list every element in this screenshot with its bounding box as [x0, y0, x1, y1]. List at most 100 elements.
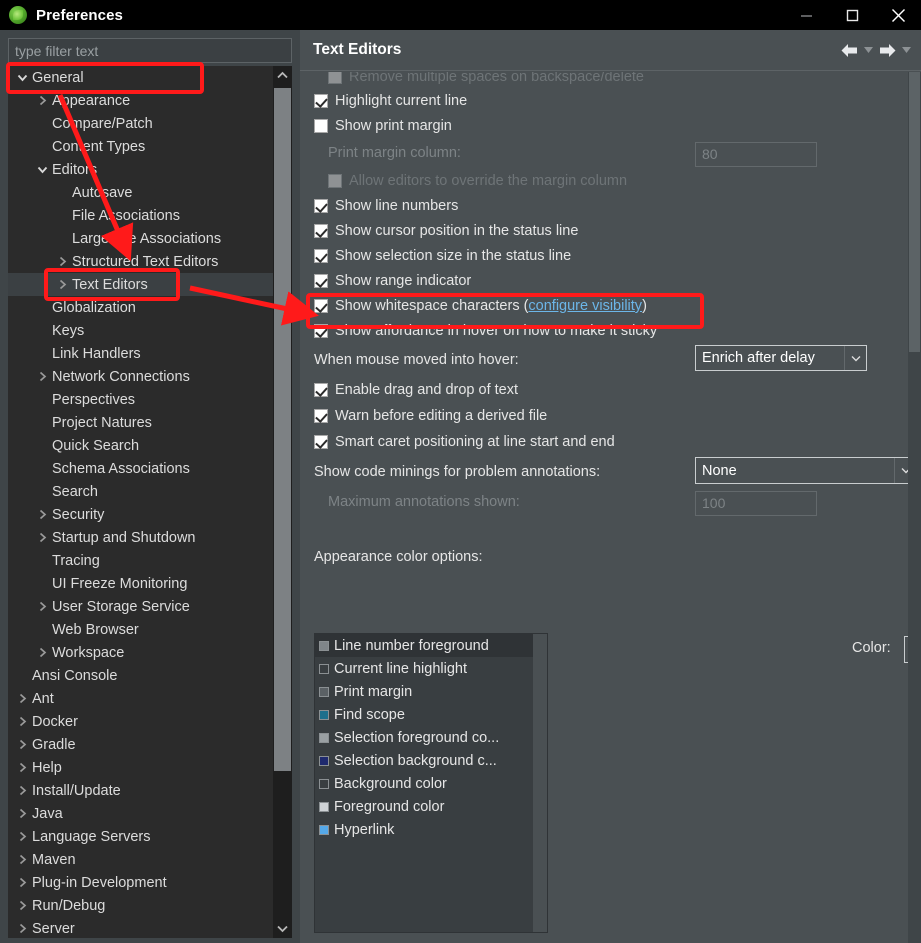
checkbox-show-whitespace-characters[interactable] [314, 299, 328, 313]
sidebar-item-content-types[interactable]: Content Types [8, 135, 273, 158]
option-show-selection-size[interactable]: Show selection size in the status line [314, 248, 571, 264]
sidebar-item-ansi-console[interactable]: Ansi Console [8, 664, 273, 687]
tree-scrollbar[interactable] [273, 66, 292, 938]
sidebar-item-ui-freeze-monitoring[interactable]: UI Freeze Monitoring [8, 572, 273, 595]
color-option-print-margin[interactable]: Print margin [315, 680, 547, 703]
scroll-down-icon[interactable] [273, 919, 292, 938]
back-arrow-icon[interactable] [837, 37, 861, 63]
color-option-foreground-color[interactable]: Foreground color [315, 795, 547, 818]
color-option-hyperlink[interactable]: Hyperlink [315, 818, 547, 841]
sidebar-item-autosave[interactable]: Autosave [8, 181, 273, 204]
sidebar-item-server[interactable]: Server [8, 917, 273, 938]
sidebar-item-docker[interactable]: Docker [8, 710, 273, 733]
chevron-right-icon[interactable] [14, 756, 30, 779]
option-show-range-indicator[interactable]: Show range indicator [314, 273, 471, 289]
chevron-right-icon[interactable] [54, 273, 70, 296]
code-minings-dropdown[interactable]: None [695, 457, 917, 484]
back-dropdown-icon[interactable] [861, 37, 875, 63]
checkbox-show-affordance[interactable] [314, 324, 328, 338]
chevron-right-icon[interactable] [14, 779, 30, 802]
max-annotations-input[interactable]: 100 [695, 491, 817, 516]
checkbox-show-range-indicator[interactable] [314, 274, 328, 288]
sidebar-item-file-associations[interactable]: File Associations [8, 204, 273, 227]
sidebar-item-security[interactable]: Security [8, 503, 273, 526]
sidebar-item-web-browser[interactable]: Web Browser [8, 618, 273, 641]
sidebar-item-general[interactable]: General [8, 66, 273, 89]
color-list-scrollbar[interactable] [533, 634, 547, 932]
appearance-color-options-list[interactable]: Line number foreground Current line highl… [314, 633, 548, 933]
sidebar-item-user-storage-service[interactable]: User Storage Service [8, 595, 273, 618]
color-option-selection-foreground-co[interactable]: Selection foreground co... [315, 726, 547, 749]
chevron-right-icon[interactable] [54, 250, 70, 273]
content-scrollbar[interactable] [908, 72, 921, 943]
checkbox-show-line-numbers[interactable] [314, 199, 328, 213]
filter-input[interactable] [8, 38, 292, 63]
chevron-right-icon[interactable] [14, 825, 30, 848]
checkbox-allow-override-margin[interactable] [328, 174, 342, 188]
sidebar-item-link-handlers[interactable]: Link Handlers [8, 342, 273, 365]
option-show-affordance[interactable]: Show affordance in hover on how to make … [314, 323, 657, 339]
sidebar-item-ant[interactable]: Ant [8, 687, 273, 710]
chevron-right-icon[interactable] [14, 802, 30, 825]
forward-dropdown-icon[interactable] [899, 37, 913, 63]
color-option-line-number-foreground[interactable]: Line number foreground [315, 634, 547, 657]
print-margin-column-input[interactable]: 80 [695, 142, 817, 167]
checkbox-show-cursor-position[interactable] [314, 224, 328, 238]
checkbox-show-selection-size[interactable] [314, 249, 328, 263]
option-remove-multiple-spaces[interactable]: Remove multiple spaces on backspace/dele… [328, 72, 644, 85]
sidebar-item-text-editors[interactable]: Text Editors [8, 273, 273, 296]
chevron-right-icon[interactable] [14, 687, 30, 710]
sidebar-item-schema-associations[interactable]: Schema Associations [8, 457, 273, 480]
option-enable-drag-drop[interactable]: Enable drag and drop of text [314, 382, 518, 398]
sidebar-item-gradle[interactable]: Gradle [8, 733, 273, 756]
sidebar-item-java[interactable]: Java [8, 802, 273, 825]
content-scrollbar-thumb[interactable] [909, 72, 920, 352]
sidebar-item-perspectives[interactable]: Perspectives [8, 388, 273, 411]
checkbox-show-print-margin[interactable] [314, 119, 328, 133]
chevron-right-icon[interactable] [34, 89, 50, 112]
sidebar-item-editors[interactable]: Editors [8, 158, 273, 181]
chevron-right-icon[interactable] [14, 710, 30, 733]
chevron-right-icon[interactable] [14, 733, 30, 756]
maximize-button[interactable] [829, 0, 875, 30]
sidebar-item-large-file-associations[interactable]: Large File Associations [8, 227, 273, 250]
minimize-button[interactable] [783, 0, 829, 30]
chevron-down-icon[interactable] [14, 66, 30, 89]
scroll-up-icon[interactable] [273, 66, 292, 85]
sidebar-item-quick-search[interactable]: Quick Search [8, 434, 273, 457]
sidebar-item-search[interactable]: Search [8, 480, 273, 503]
checkbox-warn-derived[interactable] [314, 409, 328, 423]
sidebar-item-appearance[interactable]: Appearance [8, 89, 273, 112]
chevron-down-icon[interactable] [34, 158, 50, 181]
chevron-right-icon[interactable] [34, 503, 50, 526]
sidebar-item-language-servers[interactable]: Language Servers [8, 825, 273, 848]
sidebar-item-workspace[interactable]: Workspace [8, 641, 273, 664]
sidebar-item-tracing[interactable]: Tracing [8, 549, 273, 572]
sidebar-item-compare-patch[interactable]: Compare/Patch [8, 112, 273, 135]
checkbox-smart-caret[interactable] [314, 435, 328, 449]
option-show-line-numbers[interactable]: Show line numbers [314, 198, 458, 214]
sidebar-item-keys[interactable]: Keys [8, 319, 273, 342]
chevron-right-icon[interactable] [14, 894, 30, 917]
checkbox-remove-multiple-spaces[interactable] [328, 72, 342, 84]
sidebar-item-startup-and-shutdown[interactable]: Startup and Shutdown [8, 526, 273, 549]
tree-scrollbar-thumb[interactable] [274, 88, 291, 771]
color-option-background-color[interactable]: Background color [315, 772, 547, 795]
sidebar-item-project-natures[interactable]: Project Natures [8, 411, 273, 434]
checkbox-enable-drag-drop[interactable] [314, 383, 328, 397]
chevron-right-icon[interactable] [14, 848, 30, 871]
chevron-right-icon[interactable] [14, 871, 30, 894]
option-show-cursor-position[interactable]: Show cursor position in the status line [314, 223, 578, 239]
chevron-right-icon[interactable] [34, 595, 50, 618]
forward-arrow-icon[interactable] [875, 37, 899, 63]
configure-visibility-link[interactable]: configure visibility [528, 298, 642, 314]
option-show-print-margin[interactable]: Show print margin [314, 118, 452, 134]
chevron-right-icon[interactable] [34, 365, 50, 388]
sidebar-item-run-debug[interactable]: Run/Debug [8, 894, 273, 917]
sidebar-item-network-connections[interactable]: Network Connections [8, 365, 273, 388]
color-option-current-line-highlight[interactable]: Current line highlight [315, 657, 547, 680]
sidebar-item-help[interactable]: Help [8, 756, 273, 779]
color-option-selection-background-c[interactable]: Selection background c... [315, 749, 547, 772]
option-show-whitespace-characters[interactable]: Show whitespace characters (configure vi… [314, 298, 647, 314]
option-highlight-current-line[interactable]: Highlight current line [314, 93, 467, 109]
